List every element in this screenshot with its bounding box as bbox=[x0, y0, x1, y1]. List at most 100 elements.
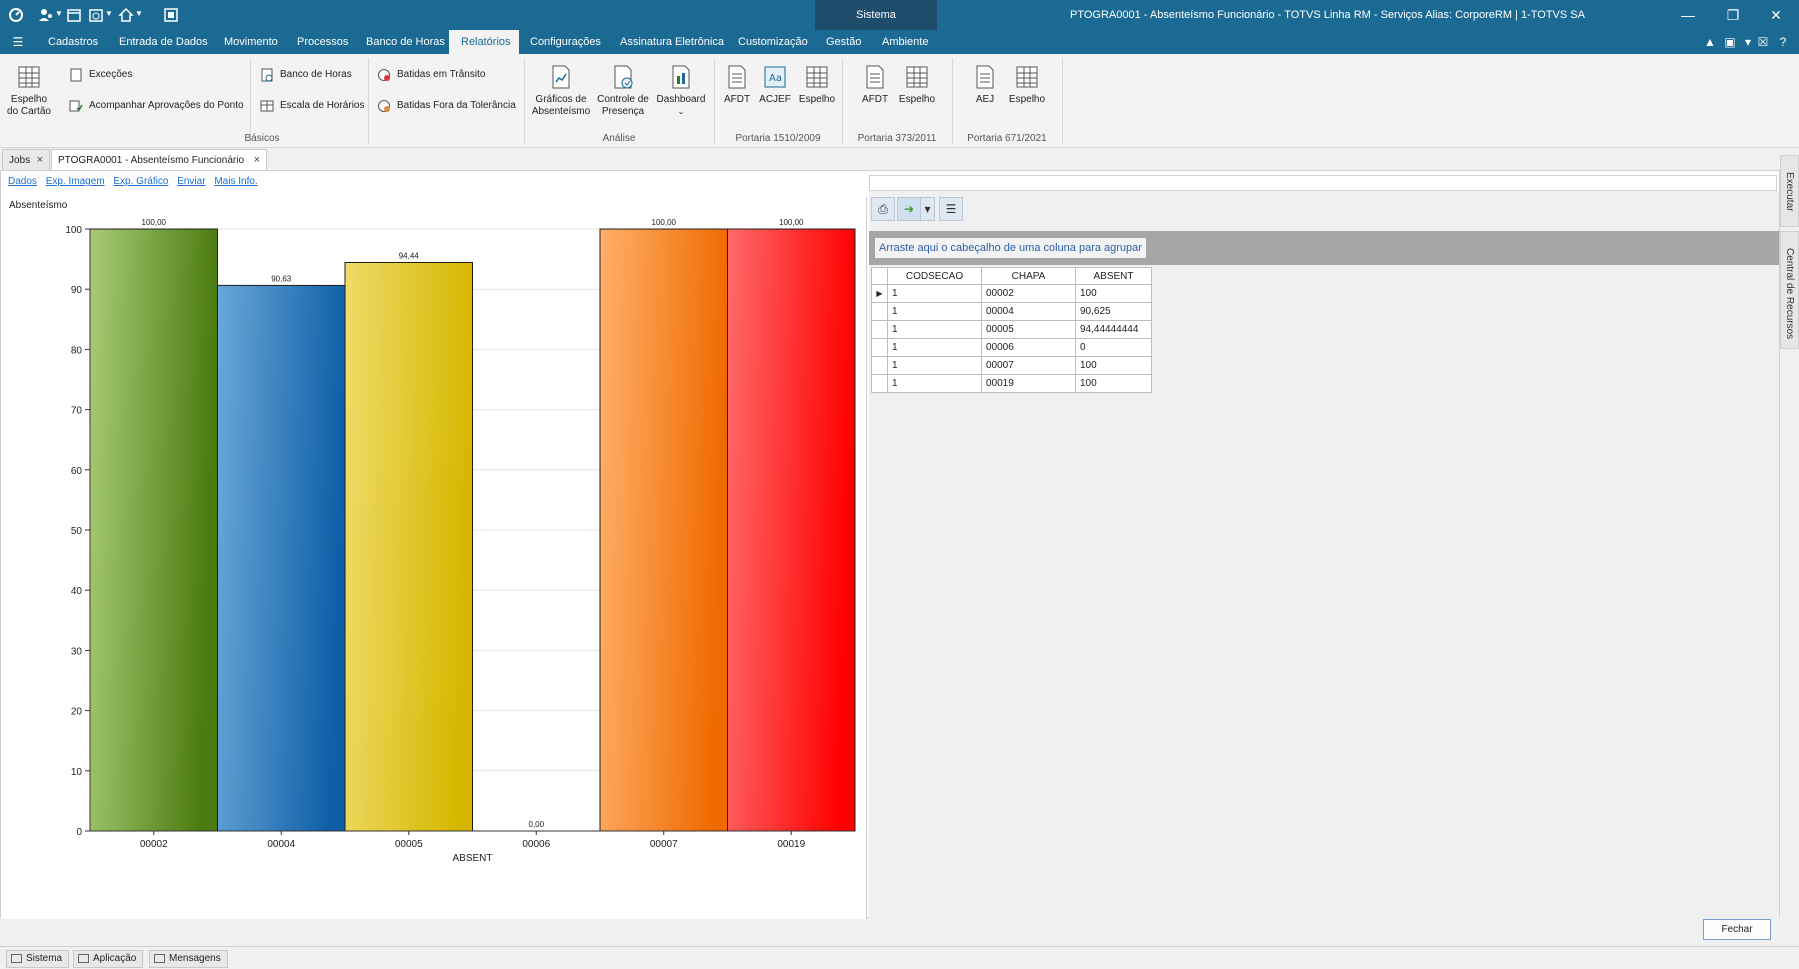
cell-chapa[interactable]: 00004 bbox=[981, 302, 1076, 321]
users-icon[interactable] bbox=[38, 7, 54, 23]
batidas-transito-button[interactable]: Batidas em Trânsito bbox=[377, 66, 485, 84]
menu-entrada-de-dados[interactable]: Entrada de Dados bbox=[107, 30, 220, 54]
cell-codsecao[interactable]: 1 bbox=[887, 374, 982, 393]
afdt-373-button[interactable]: AFDT bbox=[858, 64, 892, 106]
menu-configuracoes[interactable]: Configurações bbox=[518, 30, 613, 54]
aej-button[interactable]: AEJ bbox=[968, 64, 1002, 106]
y-tick-label: 60 bbox=[71, 466, 83, 477]
menu-relatorios[interactable]: Relatórios bbox=[449, 30, 519, 54]
chevron-down-icon[interactable]: ▼ bbox=[105, 9, 113, 18]
data-label: 0,00 bbox=[528, 820, 544, 829]
cell-absent[interactable]: 100 bbox=[1075, 284, 1152, 303]
cell-chapa[interactable]: 00005 bbox=[981, 320, 1076, 339]
tab-report[interactable]: PTOGRA0001 - Absenteísmo Funcionário × bbox=[51, 149, 267, 170]
app-logo-icon[interactable] bbox=[8, 7, 24, 23]
hamburger-menu-icon[interactable]: ☰ bbox=[10, 34, 26, 50]
link-enviar[interactable]: Enviar bbox=[177, 176, 205, 187]
menu-cadastros[interactable]: Cadastros bbox=[36, 30, 110, 54]
cell-codsecao[interactable]: 1 bbox=[887, 320, 982, 339]
grid-layout-icon[interactable] bbox=[163, 7, 179, 23]
banco-horas-button[interactable]: Banco de Horas bbox=[260, 66, 352, 84]
espelho-cartao-button[interactable]: Espelho do Cartão bbox=[4, 64, 54, 118]
statusbar-aplicacao[interactable]: Aplicação bbox=[73, 950, 144, 968]
link-exp-grafico[interactable]: Exp. Gráfico bbox=[113, 176, 168, 187]
controle-presenca-button[interactable]: Controle de Presença bbox=[594, 64, 652, 118]
minimize-button[interactable]: — bbox=[1668, 0, 1708, 30]
fechar-button[interactable]: Fechar bbox=[1703, 919, 1771, 940]
close-icon[interactable]: × bbox=[37, 150, 43, 171]
export-arrow-icon[interactable]: ➔ bbox=[897, 197, 921, 221]
group-label-portaria-1510: Portaria 1510/2009 bbox=[735, 133, 821, 144]
acjef-button[interactable]: Aa ACJEF bbox=[756, 64, 794, 106]
side-tab-central-recursos[interactable]: Central de Recursos bbox=[1780, 231, 1799, 349]
chevron-down-icon[interactable]: ▾ bbox=[921, 197, 935, 221]
table-row[interactable]: 1 00004 90,625 bbox=[871, 302, 1152, 321]
side-tab-executar[interactable]: Executar bbox=[1780, 155, 1799, 227]
menu-processos[interactable]: Processos bbox=[285, 30, 360, 54]
batidas-fora-tolerancia-button[interactable]: Batidas Fora da Tolerância bbox=[377, 97, 516, 115]
cell-chapa[interactable]: 00006 bbox=[981, 338, 1076, 357]
link-dados[interactable]: Dados bbox=[8, 176, 37, 187]
menu-ambiente[interactable]: Ambiente bbox=[870, 30, 940, 54]
link-exp-imagem[interactable]: Exp. Imagem bbox=[46, 176, 105, 187]
close-icon[interactable]: × bbox=[254, 150, 260, 171]
cell-chapa[interactable]: 00002 bbox=[981, 284, 1076, 303]
column-header-chapa[interactable]: CHAPA bbox=[981, 267, 1076, 285]
acompanhar-aprovacoes-button[interactable]: Acompanhar Aprovações do Ponto bbox=[69, 97, 244, 115]
cell-codsecao[interactable]: 1 bbox=[887, 302, 982, 321]
cell-codsecao[interactable]: 1 bbox=[887, 338, 982, 357]
dashboard-button[interactable]: Dashboard ⌄ bbox=[654, 64, 708, 118]
column-header-absent[interactable]: ABSENT bbox=[1075, 267, 1152, 285]
table-grid-icon bbox=[906, 66, 928, 88]
escala-horarios-button[interactable]: Escala de Horários bbox=[260, 97, 364, 115]
chevron-down-icon[interactable]: ▼ bbox=[135, 9, 143, 18]
table-row[interactable]: 1 00019 100 bbox=[871, 374, 1152, 393]
graficos-absenteismo-button[interactable]: Gráficos de Absenteísmo bbox=[528, 64, 594, 118]
window-layout-icon[interactable]: ▣ bbox=[1722, 34, 1738, 50]
tab-jobs[interactable]: Jobs × bbox=[2, 149, 50, 170]
calendar-icon[interactable] bbox=[66, 7, 82, 23]
cell-chapa[interactable]: 00007 bbox=[981, 356, 1076, 375]
chevron-down-icon[interactable]: ▾ bbox=[1740, 34, 1756, 50]
table-row[interactable]: 1 00007 100 bbox=[871, 356, 1152, 375]
home-icon[interactable] bbox=[118, 7, 134, 23]
close-document-icon[interactable]: ☒ bbox=[1755, 34, 1771, 50]
print-icon[interactable]: ⎙ bbox=[871, 197, 895, 221]
menu-banco-de-horas[interactable]: Banco de Horas bbox=[354, 30, 457, 54]
afdt-1510-button[interactable]: AFDT bbox=[720, 64, 754, 106]
cell-codsecao[interactable]: 1 bbox=[887, 356, 982, 375]
close-button[interactable]: ✕ bbox=[1756, 0, 1796, 30]
collapse-ribbon-icon[interactable]: ▲ bbox=[1702, 34, 1718, 50]
table-row[interactable]: 1 00006 0 bbox=[871, 338, 1152, 357]
menu-movimento[interactable]: Movimento bbox=[212, 30, 290, 54]
statusbar-sistema[interactable]: Sistema bbox=[6, 950, 70, 968]
table-row[interactable]: 1 00005 94,44444444 bbox=[871, 320, 1152, 339]
cell-codsecao[interactable]: 1 bbox=[887, 284, 982, 303]
espelho-671-button[interactable]: Espelho bbox=[1006, 64, 1048, 106]
espelho-1510-button[interactable]: Espelho bbox=[796, 64, 838, 106]
espelho-373-button[interactable]: Espelho bbox=[896, 64, 938, 106]
menu-gestao[interactable]: Gestão bbox=[814, 30, 873, 54]
cell-absent[interactable]: 100 bbox=[1075, 356, 1152, 375]
statusbar-mensagens[interactable]: Mensagens bbox=[149, 950, 228, 968]
help-icon[interactable]: ? bbox=[1775, 34, 1791, 50]
excecoes-button[interactable]: Exceções bbox=[69, 66, 132, 84]
filter-bar bbox=[869, 175, 1777, 191]
cell-absent[interactable]: 0 bbox=[1075, 338, 1152, 357]
cell-absent[interactable]: 100 bbox=[1075, 374, 1152, 393]
column-header-codsecao[interactable]: CODSECAO bbox=[887, 267, 982, 285]
group-by-band[interactable]: Arraste aqui o cabeçalho de uma coluna p… bbox=[869, 231, 1779, 265]
clock-calendar-icon[interactable] bbox=[88, 7, 104, 23]
cell-chapa[interactable]: 00019 bbox=[981, 374, 1076, 393]
clock-alert-icon bbox=[378, 69, 390, 81]
restore-button[interactable]: ❐ bbox=[1713, 0, 1753, 30]
menu-assinatura-eletronica[interactable]: Assinatura Eletrônica bbox=[608, 30, 736, 54]
cell-absent[interactable]: 94,44444444 bbox=[1075, 320, 1152, 339]
chevron-down-icon[interactable]: ▼ bbox=[55, 9, 63, 18]
cell-absent[interactable]: 90,625 bbox=[1075, 302, 1152, 321]
menu-customizacao[interactable]: Customização bbox=[726, 30, 820, 54]
acompanhar-label: Acompanhar Aprovações do Ponto bbox=[89, 100, 244, 111]
link-mais-info[interactable]: Mais Info. bbox=[214, 176, 257, 187]
split-view-icon[interactable]: ☰ bbox=[939, 197, 963, 221]
table-row[interactable]: ▶ 1 00002 100 bbox=[871, 284, 1152, 303]
